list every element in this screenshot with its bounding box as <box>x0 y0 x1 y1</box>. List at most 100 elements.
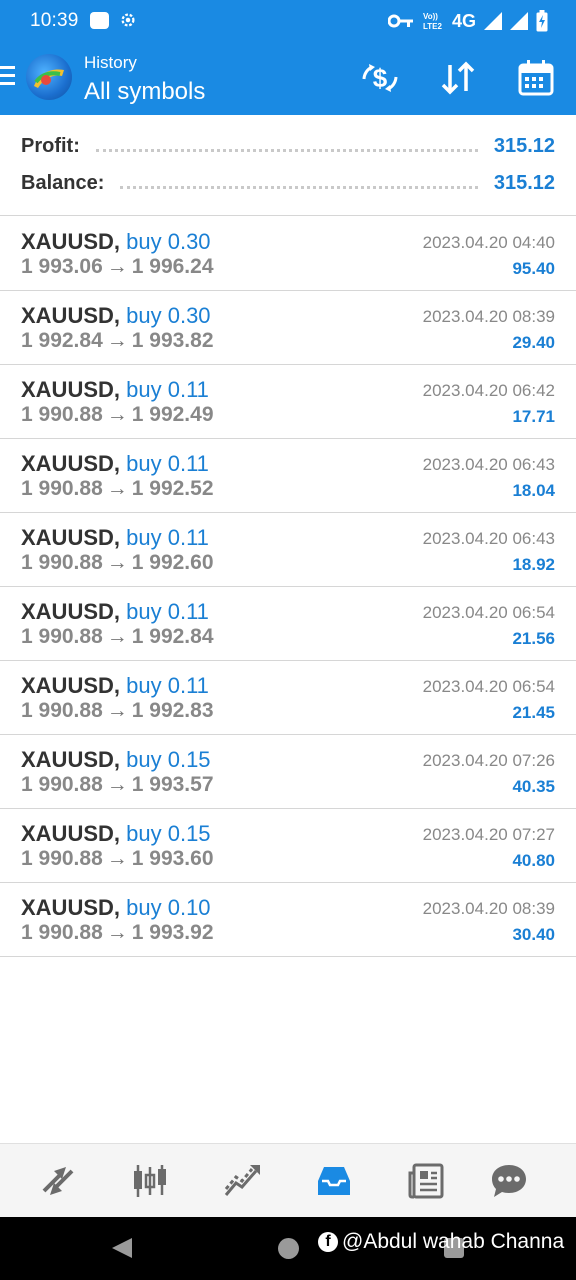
nav-chart[interactable] <box>127 1158 173 1204</box>
deal-profit: 21.56 <box>512 629 555 648</box>
profit-label: Profit: <box>21 134 80 157</box>
deal-open-price: 1 993.06 <box>21 255 103 278</box>
nav-trade[interactable] <box>219 1158 265 1204</box>
svg-text:LTE2: LTE2 <box>423 22 443 31</box>
profit-row: Profit: 315.12 <box>21 131 555 161</box>
deal-profit: 21.45 <box>512 703 555 722</box>
deal-row[interactable]: XAUUSD, buy 0.11 1 990.88 → 1 992.84 2023.… <box>0 587 576 661</box>
notification-app-icon <box>90 12 109 29</box>
arrow-right-icon: → <box>106 847 128 870</box>
volte-icon: Vo)) LTE2 <box>423 12 443 31</box>
deal-header: XAUUSD, buy 0.30 <box>21 229 211 255</box>
deal-time: 2023.04.20 08:39 <box>422 899 555 918</box>
deal-profit: 29.40 <box>512 333 555 352</box>
deal-time: 2023.04.20 07:26 <box>422 751 555 770</box>
deal-row[interactable]: XAUUSD, buy 0.11 1 990.88 → 1 992.60 2023.… <box>0 513 576 587</box>
sort-button[interactable] <box>438 58 478 98</box>
deal-header: XAUUSD, buy 0.30 <box>21 303 211 329</box>
back-icon[interactable] <box>110 1236 134 1260</box>
news-icon <box>408 1163 444 1199</box>
facebook-icon: f <box>318 1232 338 1252</box>
deal-header: XAUUSD, buy 0.11 <box>21 673 209 699</box>
deal-profit: 18.92 <box>512 555 555 574</box>
deal-open-price: 1 990.88 <box>21 477 103 500</box>
deal-prices: 1 990.88 → 1 992.52 <box>21 477 214 501</box>
deal-time: 2023.04.20 04:40 <box>422 233 555 252</box>
nav-history[interactable] <box>311 1158 357 1204</box>
deal-row[interactable]: XAUUSD, buy 0.15 1 990.88 → 1 993.60 2023.… <box>0 809 576 883</box>
nav-quotes[interactable] <box>35 1158 81 1204</box>
deal-header: XAUUSD, buy 0.11 <box>21 599 209 625</box>
deal-open-price: 1 990.88 <box>21 699 103 722</box>
deal-row[interactable]: XAUUSD, buy 0.30 1 992.84 → 1 993.82 2023.… <box>0 291 576 365</box>
deal-time: 2023.04.20 06:43 <box>422 529 555 548</box>
deal-prices: 1 990.88 → 1 992.83 <box>21 699 214 723</box>
deal-prices: 1 990.88 → 1 992.49 <box>21 403 214 427</box>
signal-icon <box>484 12 502 30</box>
deal-close-price: 1 993.82 <box>131 329 214 352</box>
deal-open-price: 1 990.88 <box>21 773 103 796</box>
deal-symbol: XAUUSD, <box>21 525 121 550</box>
arrow-right-icon: → <box>106 255 128 278</box>
profit-value: 315.12 <box>493 134 555 157</box>
deal-symbol: XAUUSD, <box>21 303 121 328</box>
deal-prices: 1 990.88 → 1 992.60 <box>21 551 214 575</box>
deal-symbol: XAUUSD, <box>21 229 121 254</box>
deal-type: buy 0.30 <box>126 229 211 254</box>
deal-open-price: 1 990.88 <box>21 847 103 870</box>
deal-type: buy 0.15 <box>126 747 211 772</box>
deposit-button[interactable]: $ <box>360 58 400 98</box>
bottom-navigation <box>0 1143 576 1217</box>
deal-prices: 1 992.84 → 1 993.82 <box>21 329 214 353</box>
dotted-leader <box>120 177 478 189</box>
dotted-leader <box>95 140 478 152</box>
deal-profit: 30.40 <box>512 925 555 944</box>
deal-profit: 17.71 <box>512 407 555 426</box>
app-header: History All symbols $ <box>0 42 576 115</box>
deal-symbol: XAUUSD, <box>21 747 121 772</box>
deal-type: buy 0.11 <box>126 673 209 698</box>
deal-type: buy 0.11 <box>126 451 209 476</box>
signal-icon-2 <box>510 12 528 30</box>
calendar-icon <box>518 60 554 96</box>
deal-row[interactable]: XAUUSD, buy 0.30 1 993.06 → 1 996.24 2023.… <box>0 217 576 291</box>
deal-row[interactable]: XAUUSD, buy 0.10 1 990.88 → 1 993.92 2023.… <box>0 883 576 957</box>
deal-symbol: XAUUSD, <box>21 599 121 624</box>
symbol-filter[interactable]: All symbols <box>84 78 205 106</box>
system-navigation-bar: f @Abdul wahab Channa <box>0 1217 576 1280</box>
deal-close-price: 1 992.49 <box>131 403 214 426</box>
deal-row[interactable]: XAUUSD, buy 0.11 1 990.88 → 1 992.52 2023.… <box>0 439 576 513</box>
key-icon <box>387 14 413 28</box>
deal-header: XAUUSD, buy 0.15 <box>21 747 211 773</box>
deal-row[interactable]: XAUUSD, buy 0.11 1 990.88 → 1 992.83 2023.… <box>0 661 576 735</box>
deal-close-price: 1 996.24 <box>131 255 214 278</box>
balance-label: Balance: <box>21 171 105 194</box>
sort-icon <box>441 61 475 95</box>
deal-prices: 1 990.88 → 1 993.60 <box>21 847 214 871</box>
arrow-right-icon: → <box>106 551 128 574</box>
settings-gear-icon <box>121 13 135 27</box>
deal-row[interactable]: XAUUSD, buy 0.11 1 990.88 → 1 992.49 2023.… <box>0 365 576 439</box>
menu-button[interactable] <box>0 66 18 88</box>
deal-header: XAUUSD, buy 0.11 <box>21 451 209 477</box>
app-logo[interactable] <box>26 54 72 100</box>
app-logo-icon <box>34 69 64 88</box>
deal-header: XAUUSD, buy 0.10 <box>21 895 211 921</box>
nav-news[interactable] <box>403 1158 449 1204</box>
deal-profit: 95.40 <box>512 259 555 278</box>
deal-symbol: XAUUSD, <box>21 895 121 920</box>
deal-row[interactable]: XAUUSD, buy 0.15 1 990.88 → 1 993.57 2023.… <box>0 735 576 809</box>
calendar-button[interactable] <box>516 58 556 98</box>
deal-time: 2023.04.20 08:39 <box>422 307 555 326</box>
deal-time: 2023.04.20 06:54 <box>422 677 555 696</box>
deal-open-price: 1 990.88 <box>21 403 103 426</box>
deal-profit: 18.04 <box>512 481 555 500</box>
arrow-right-icon: → <box>106 921 128 944</box>
nav-chat[interactable] <box>486 1158 532 1204</box>
status-time: 10:39 <box>30 10 79 31</box>
arrow-right-icon: → <box>106 625 128 648</box>
chart-icon <box>134 1165 166 1197</box>
svg-text:$: $ <box>373 63 388 93</box>
deal-symbol: XAUUSD, <box>21 673 121 698</box>
home-button[interactable] <box>278 1238 299 1259</box>
